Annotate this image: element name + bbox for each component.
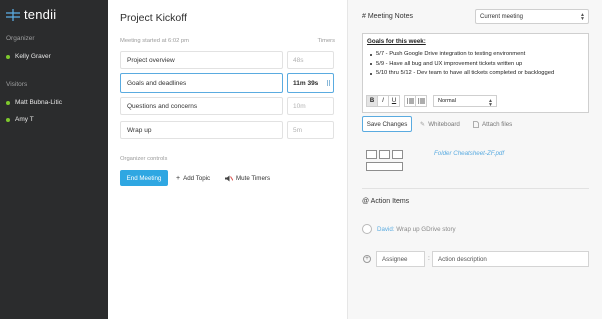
action-description-input[interactable]: Action description bbox=[432, 251, 589, 267]
attachment-link[interactable]: Folder Cheatsheet-ZF.pdf bbox=[434, 150, 504, 157]
page-title: Project Kickoff bbox=[120, 12, 187, 24]
agenda-timer[interactable]: 48s bbox=[287, 51, 334, 69]
notes-bullet: 5/9 - Have all bug and UX improvement ti… bbox=[369, 60, 554, 70]
online-status-icon bbox=[6, 54, 10, 59]
meeting-notes-title: # Meeting Notes bbox=[362, 13, 413, 20]
organizer-name: Kelly Graver bbox=[15, 53, 51, 60]
pencil-icon: ✎ bbox=[420, 120, 426, 128]
sidebar: tendii Organizer Kelly Graver Visitors M… bbox=[0, 0, 108, 319]
agenda-timer-active[interactable]: 11m 39s bbox=[287, 73, 334, 93]
timer-value: 11m 39s bbox=[293, 79, 319, 87]
select-arrows-icon: ▲ ▼ bbox=[488, 98, 493, 108]
meeting-start-time: Meeting started at 6:02 pm bbox=[120, 38, 189, 44]
agenda-item[interactable]: Questions and concerns bbox=[120, 97, 283, 115]
notes-heading: Goals for this week: bbox=[367, 38, 426, 45]
tendii-logo-icon bbox=[6, 8, 20, 21]
action-items-title: @ Action Items bbox=[362, 198, 410, 205]
attach-files-label: Attach files bbox=[482, 120, 513, 128]
ordered-list-icon bbox=[406, 98, 414, 104]
assignee-input[interactable]: Assignee bbox=[376, 251, 425, 267]
section-divider bbox=[362, 188, 589, 189]
plus-icon: + bbox=[176, 174, 181, 182]
action-item-assignee: David: bbox=[377, 226, 395, 233]
text-format-value: Normal bbox=[438, 98, 457, 104]
logo-text: tendii bbox=[24, 7, 57, 22]
organizer-user[interactable]: Kelly Graver bbox=[6, 53, 51, 60]
separator: : bbox=[428, 255, 430, 262]
add-topic-label: Add Topic bbox=[183, 174, 211, 182]
end-meeting-button[interactable]: End Meeting bbox=[120, 170, 168, 186]
slide-thumbnail bbox=[366, 150, 377, 159]
text-format-select[interactable]: Normal ▲ ▼ bbox=[433, 95, 497, 108]
meeting-select-value: Current meeting bbox=[480, 13, 524, 20]
visitor-name: Amy T bbox=[15, 116, 34, 123]
bullet-list-button[interactable] bbox=[415, 95, 427, 107]
action-item-checkbox[interactable] bbox=[362, 224, 372, 234]
save-changes-button[interactable]: Save Changes bbox=[362, 116, 412, 132]
slide-thumbnail bbox=[392, 150, 403, 159]
text-style-toolbar: B I U bbox=[366, 95, 400, 107]
meeting-select[interactable]: Current meeting ▲ ▼ bbox=[475, 9, 589, 24]
agenda-panel: Project Kickoff Meeting started at 6:02 … bbox=[108, 0, 347, 319]
file-icon bbox=[473, 120, 479, 128]
visitor-user[interactable]: Matt Bubna-Litic bbox=[6, 99, 62, 106]
timers-label: Timers bbox=[317, 38, 336, 44]
notes-editor[interactable]: Goals for this week: 5/7 - Push Google D… bbox=[362, 33, 589, 113]
agenda-timer[interactable]: 5m bbox=[287, 121, 334, 139]
mute-icon bbox=[225, 175, 233, 181]
notes-bullet: 5/10 thru 5/12 - Dev team to have all ti… bbox=[369, 69, 554, 79]
mute-timers-label: Mute Timers bbox=[236, 174, 271, 182]
drag-handle-icon[interactable] bbox=[327, 80, 330, 86]
online-status-icon bbox=[6, 100, 10, 105]
bullet-list-icon bbox=[417, 98, 425, 104]
whiteboard-label: Whiteboard bbox=[428, 120, 460, 128]
notes-bullet-list: 5/7 - Push Google Drive integration to t… bbox=[369, 50, 554, 79]
whiteboard-button[interactable]: ✎ Whiteboard bbox=[420, 116, 460, 132]
visitor-name: Matt Bubna-Litic bbox=[15, 99, 62, 106]
agenda-item-active[interactable]: Goals and deadlines bbox=[120, 73, 283, 93]
logo[interactable]: tendii bbox=[6, 7, 56, 22]
visitors-label: Visitors bbox=[6, 81, 28, 88]
agenda-item[interactable]: Wrap up bbox=[120, 121, 283, 139]
attachment-thumbnail[interactable] bbox=[366, 146, 422, 176]
organizer-label: Organizer bbox=[6, 35, 35, 42]
mute-timers-button[interactable]: Mute Timers bbox=[225, 170, 270, 186]
action-item-text: Wrap up GDrive story bbox=[394, 226, 456, 233]
slide-thumbnail bbox=[366, 162, 403, 171]
visitor-user[interactable]: Amy T bbox=[6, 116, 34, 123]
notes-panel: # Meeting Notes Current meeting ▲ ▼ Goals… bbox=[348, 0, 602, 319]
add-topic-button[interactable]: + Add Topic bbox=[176, 170, 210, 186]
list-toolbar bbox=[404, 95, 427, 107]
agenda-timer[interactable]: 10m bbox=[287, 97, 334, 115]
online-status-icon bbox=[6, 117, 10, 122]
action-item: David: Wrap up GDrive story bbox=[377, 226, 456, 233]
notes-bullet: 5/7 - Push Google Drive integration to t… bbox=[369, 50, 554, 60]
attach-files-button[interactable]: Attach files bbox=[473, 116, 512, 132]
organizer-controls-label: Organizer controls bbox=[120, 156, 168, 162]
agenda-item[interactable]: Project overview bbox=[120, 51, 283, 69]
select-arrows-icon: ▲ ▼ bbox=[580, 12, 585, 22]
slide-thumbnail bbox=[379, 150, 390, 159]
underline-button[interactable]: U bbox=[388, 95, 400, 107]
add-action-icon[interactable]: + bbox=[363, 255, 371, 263]
